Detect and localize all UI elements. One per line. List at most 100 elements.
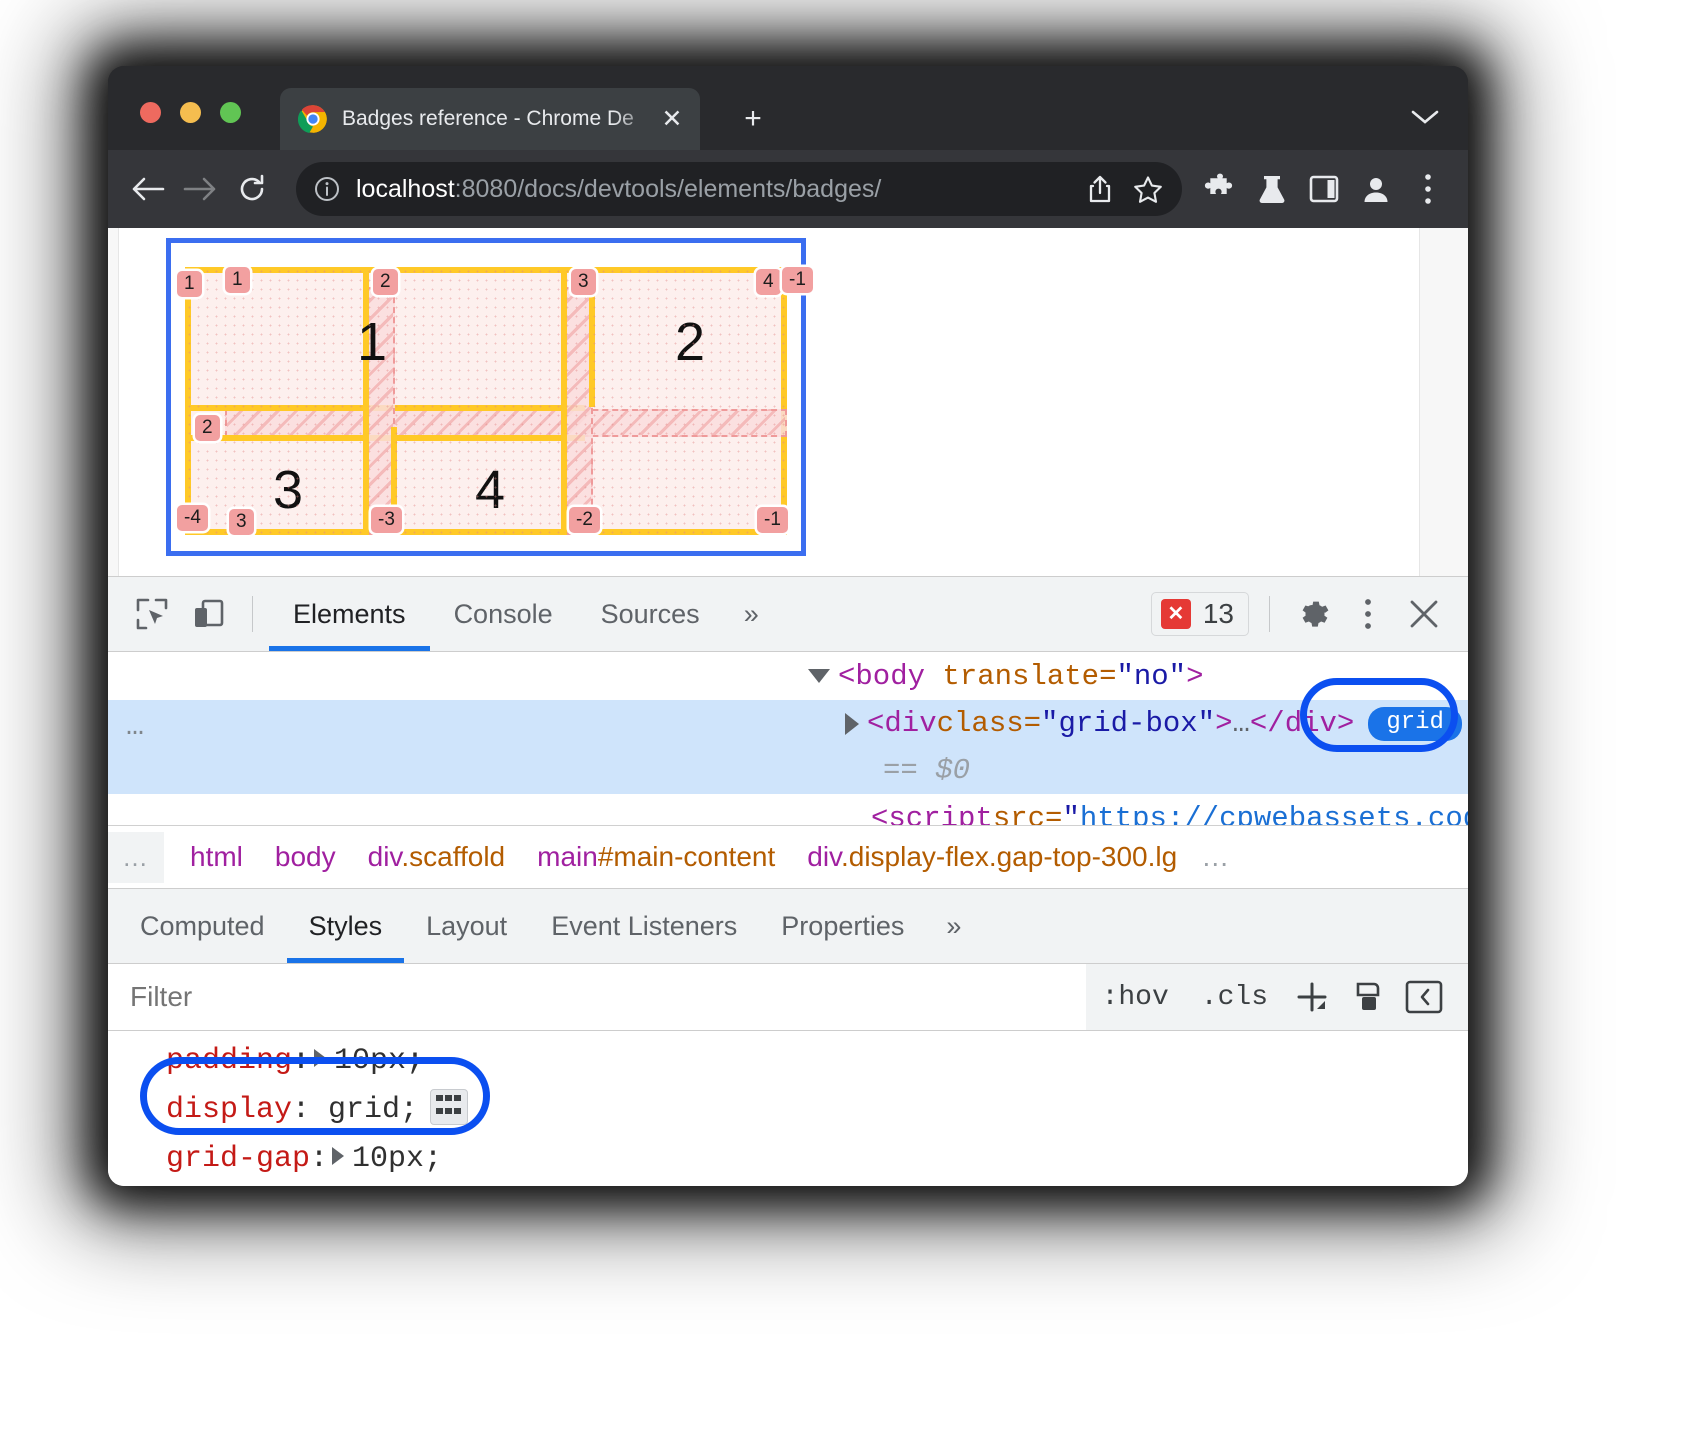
grid-badge[interactable]: grid <box>1368 707 1462 741</box>
browser-tab[interactable]: Badges reference - Chrome De ✕ <box>280 88 700 150</box>
grid-cell-number-4: 4 <box>475 463 505 517</box>
tab-computed[interactable]: Computed <box>118 889 287 963</box>
tab-styles[interactable]: Styles <box>287 889 405 963</box>
kebab-menu-icon[interactable] <box>1402 172 1454 206</box>
breadcrumb-class: .display-flex.gap-top-300.lg <box>841 841 1177 872</box>
more-sidebar-tabs-icon[interactable]: » <box>926 911 981 942</box>
breadcrumb-item-html[interactable]: html <box>174 841 259 873</box>
hov-button[interactable]: :hov <box>1086 982 1185 1013</box>
back-arrow-icon[interactable] <box>122 163 174 215</box>
style-rule-padding[interactable]: padding:10px; <box>166 1037 1468 1086</box>
rule-value[interactable]: 10px; <box>352 1142 442 1176</box>
style-rule-display[interactable]: display: grid; <box>166 1086 1468 1135</box>
breadcrumb-leading-ellipsis[interactable]: … <box>108 832 164 883</box>
url-host: localhost <box>356 175 455 203</box>
close-icon[interactable] <box>1396 586 1452 642</box>
styles-rules-pane: padding:10px; display: grid; grid-gap:10… <box>108 1031 1468 1186</box>
error-x-icon: ✕ <box>1161 599 1191 629</box>
breadcrumb-trailing-ellipsis[interactable]: … <box>1193 841 1231 873</box>
grid-line-badge-col-neg-start: 1 <box>177 271 202 297</box>
script-attr-name: src <box>993 802 1045 826</box>
grid-line-bottom <box>185 529 787 535</box>
toolbar-divider-2 <box>1269 596 1270 632</box>
grid-row-gap <box>225 409 787 437</box>
grid-line-top <box>185 267 787 273</box>
styles-sidebar-tabs: Computed Styles Layout Event Listeners P… <box>108 888 1468 964</box>
grid-cell-number-1: 1 <box>357 315 387 369</box>
kebab-menu-icon[interactable] <box>1340 586 1396 642</box>
tab-close-icon[interactable]: ✕ <box>658 107 686 132</box>
breadcrumb-class: #main-content <box>598 841 775 872</box>
console-reference-marker: == $0 <box>883 754 970 787</box>
forward-arrow-icon[interactable] <box>174 163 226 215</box>
cls-button[interactable]: .cls <box>1185 982 1284 1013</box>
close-window-button[interactable] <box>140 102 161 123</box>
device-toolbar-icon[interactable] <box>180 586 236 642</box>
body-close-bracket: > <box>1186 660 1203 693</box>
address-bar[interactable]: localhost:8080/docs/devtools/elements/ba… <box>296 162 1182 216</box>
dom-row-script[interactable]: <script src = " https://cpwebassets.code… <box>108 794 1468 825</box>
plus-icon[interactable] <box>1284 977 1340 1017</box>
star-icon[interactable] <box>1124 175 1172 204</box>
dom-row-selected[interactable]: … <div class = "grid-box" > … </div> gri… <box>108 700 1468 794</box>
tab-title: Badges reference - Chrome De <box>342 107 658 131</box>
style-rule-grid-template-columns[interactable]: grid-template-columns: 100px 100px 100px… <box>166 1184 1468 1186</box>
breadcrumb: … html body div.scaffold main#main-conte… <box>108 825 1468 888</box>
dom-row-ellipsis[interactable]: … <box>126 710 146 744</box>
breadcrumb-item-div-scaffold[interactable]: div.scaffold <box>352 841 522 873</box>
new-tab-button[interactable]: + <box>736 104 770 134</box>
tab-elements[interactable]: Elements <box>269 577 430 651</box>
error-count-chip[interactable]: ✕ 13 <box>1151 592 1249 636</box>
profile-avatar-icon[interactable] <box>1350 173 1402 205</box>
div-children-ellipsis[interactable]: … <box>1232 707 1249 740</box>
url-text: localhost:8080/docs/devtools/elements/ba… <box>356 175 1076 204</box>
tab-console[interactable]: Console <box>430 577 577 651</box>
rule-property: padding <box>166 1044 292 1078</box>
expand-triangle-right-icon[interactable] <box>845 713 859 735</box>
extensions-puzzle-icon[interactable] <box>1194 173 1246 205</box>
breadcrumb-item-body[interactable]: body <box>259 841 352 873</box>
share-icon[interactable] <box>1076 174 1124 204</box>
gear-icon[interactable] <box>1284 586 1340 642</box>
grid-line-badge-col-3: 3 <box>571 269 596 295</box>
style-rule-grid-gap[interactable]: grid-gap:10px; <box>166 1135 1468 1184</box>
style-print-icon[interactable] <box>1340 979 1396 1015</box>
more-tabs-icon[interactable]: » <box>724 599 779 630</box>
styles-filter-bar: :hov .cls <box>108 964 1468 1031</box>
script-open-tag: <script <box>871 802 993 826</box>
breadcrumb-tag: main <box>537 841 598 872</box>
toggle-sidebar-icon[interactable] <box>1396 979 1452 1015</box>
grid-line-left <box>185 267 191 535</box>
expand-arrow-icon[interactable] <box>332 1147 344 1165</box>
tab-properties[interactable]: Properties <box>759 889 926 963</box>
rule-value[interactable]: 10px; <box>334 1044 424 1078</box>
reload-icon[interactable] <box>226 163 278 215</box>
chrome-logo-icon <box>298 104 328 134</box>
rule-value[interactable]: grid; <box>328 1093 418 1127</box>
toolbar-divider <box>252 596 253 632</box>
expand-triangle-down-icon[interactable] <box>808 669 830 683</box>
tab-strip: Badges reference - Chrome De ✕ + <box>108 66 1468 150</box>
tab-event-listeners[interactable]: Event Listeners <box>529 889 759 963</box>
chevron-down-icon[interactable] <box>1410 108 1440 131</box>
div-end-tag: </div> <box>1250 707 1354 740</box>
dom-row-body[interactable]: <body translate = "no" > <box>108 652 1468 700</box>
expand-arrow-icon[interactable] <box>314 1049 326 1067</box>
lab-flask-icon[interactable] <box>1246 173 1298 205</box>
div-open-tag: <div <box>867 707 937 740</box>
tab-layout[interactable]: Layout <box>404 889 529 963</box>
inspect-element-icon[interactable] <box>124 586 180 642</box>
info-circle-icon[interactable] <box>314 176 340 202</box>
filter-input[interactable] <box>108 964 1086 1030</box>
script-src-link[interactable]: https://cpwebassets.codep <box>1080 802 1468 826</box>
grid-element-highlight: 1 2 3 4 1 1 2 3 4 -1 2 -4 3 -3 -2 -1 <box>166 238 806 556</box>
maximize-window-button[interactable] <box>220 102 241 123</box>
grid-editor-icon[interactable] <box>430 1089 468 1125</box>
tab-sources[interactable]: Sources <box>577 577 724 651</box>
minimize-window-button[interactable] <box>180 102 201 123</box>
side-panel-icon[interactable] <box>1298 174 1350 204</box>
breadcrumb-item-main-content[interactable]: main#main-content <box>521 841 791 873</box>
breadcrumb-item-div-display-flex[interactable]: div.display-flex.gap-top-300.lg <box>791 841 1193 873</box>
grid-line-badge-col-neg-1b: -1 <box>757 507 788 533</box>
grid-line-badge-col-neg-1: -1 <box>782 267 813 293</box>
